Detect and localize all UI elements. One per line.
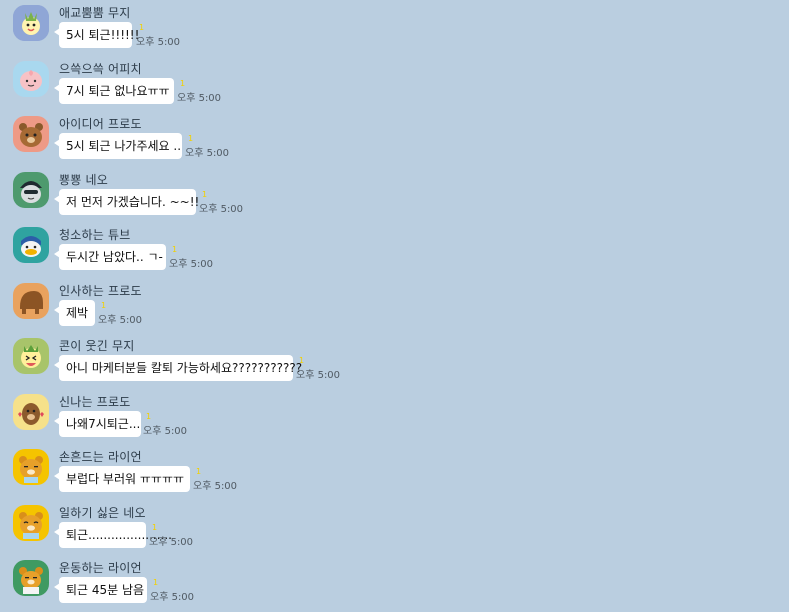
unread-count: 1: [146, 412, 152, 421]
message-bubble[interactable]: 두시간 남았다.. ㄱ-: [54, 244, 166, 270]
chat-message: 운동하는 라이언 퇴근 45분 남음 1 오후 5:00: [0, 556, 789, 612]
unread-count: 1: [188, 134, 194, 143]
chat-message: 콘이 웃긴 무지 아니 마케터분들 칼퇴 가능하세요??????????? 1 …: [0, 334, 789, 390]
muzi-cheerful-icon[interactable]: [13, 5, 49, 41]
chat-message: 뿅뿅 네오 저 먼저 가겠습니다. ~~!! 1 오후 5:00: [0, 168, 789, 224]
message-time: 오후 5:00: [199, 204, 244, 215]
unread-count: 1: [180, 79, 186, 88]
unread-count: 1: [172, 245, 178, 254]
unread-count: 1: [153, 578, 159, 587]
unread-count: 1: [101, 301, 107, 310]
sender-name: 뿅뿅 네오: [59, 173, 108, 187]
sender-name: 신나는 프로도: [59, 395, 131, 409]
message-bubble[interactable]: 5시 퇴근!!!!!!: [54, 22, 139, 48]
message-time: 오후 5:00: [150, 592, 195, 603]
frodo-bowing-icon[interactable]: [13, 283, 49, 319]
frodo-excited-icon[interactable]: [13, 394, 49, 430]
message-bubble[interactable]: 퇴근......................: [54, 522, 172, 548]
sender-name: 청소하는 튜브: [59, 228, 131, 242]
unread-count: 1: [196, 467, 202, 476]
message-time: 오후 5:00: [149, 537, 194, 548]
message-bubble[interactable]: 저 먼저 가겠습니다. ~~!!: [54, 189, 199, 215]
message-bubble[interactable]: 아니 마케터분들 칼퇴 가능하세요???????????: [54, 355, 302, 381]
chat-message: 손흔드는 라이언 부럽다 부러워 ㅠㅠㅠㅠ 1 오후 5:00: [0, 445, 789, 501]
message-bubble[interactable]: 퇴근 45분 남음: [54, 577, 147, 603]
sender-name: 손흔드는 라이언: [59, 450, 142, 464]
chat-message: 아이디어 프로도 5시 퇴근 나가주세요 .. 1 오후 5:00: [0, 112, 789, 168]
sender-name: 으쓱으쓱 어피치: [59, 62, 142, 76]
chat-message-list[interactable]: 애교뿜뿜 무지 5시 퇴근!!!!!! 1 오후 5:00 으쓱으쓱 어피치 7…: [0, 0, 789, 606]
neo-bling-icon[interactable]: [13, 172, 49, 208]
sender-name: 인사하는 프로도: [59, 284, 142, 298]
ryan-waving-icon[interactable]: [13, 449, 49, 485]
ryan-exercise-icon[interactable]: [13, 560, 49, 596]
unread-count: 1: [152, 523, 158, 532]
message-time: 오후 5:00: [193, 481, 238, 492]
message-time: 오후 5:00: [98, 315, 143, 326]
unread-count: 1: [202, 190, 208, 199]
chat-message: 으쓱으쓱 어피치 7시 퇴근 없나요ㅠㅠ 1 오후 5:00: [0, 57, 789, 113]
chat-message: 일하기 싫은 네오 퇴근...................... 1 오후 …: [0, 501, 789, 557]
apeach-shrug-icon[interactable]: [13, 61, 49, 97]
unread-count: 1: [299, 356, 305, 365]
message-bubble[interactable]: 부럽다 부러워 ㅠㅠㅠㅠ: [54, 466, 190, 492]
frodo-idea-icon[interactable]: [13, 116, 49, 152]
chat-message: 신나는 프로도 나왜7시퇴근... 1 오후 5:00: [0, 390, 789, 446]
chat-message: 인사하는 프로도 제박 1 오후 5:00: [0, 279, 789, 335]
unread-count: 1: [139, 23, 145, 32]
message-bubble[interactable]: 제박: [54, 300, 95, 326]
tube-cleaning-icon[interactable]: [13, 227, 49, 263]
message-time: 오후 5:00: [143, 426, 188, 437]
message-bubble[interactable]: 나왜7시퇴근...: [54, 411, 141, 437]
muzi-laughing-icon[interactable]: [13, 338, 49, 374]
sender-name: 일하기 싫은 네오: [59, 506, 146, 520]
sender-name: 아이디어 프로도: [59, 117, 142, 131]
sender-name: 콘이 웃긴 무지: [59, 339, 135, 353]
chat-message: 애교뿜뿜 무지 5시 퇴근!!!!!! 1 오후 5:00: [0, 1, 789, 57]
message-time: 오후 5:00: [185, 148, 230, 159]
sender-name: 애교뿜뿜 무지: [59, 6, 131, 20]
chat-message: 청소하는 튜브 두시간 남았다.. ㄱ- 1 오후 5:00: [0, 223, 789, 279]
message-time: 오후 5:00: [296, 370, 341, 381]
message-time: 오후 5:00: [177, 93, 222, 104]
message-time: 오후 5:00: [136, 37, 181, 48]
sender-name: 운동하는 라이언: [59, 561, 142, 575]
message-bubble[interactable]: 7시 퇴근 없나요ㅠㅠ: [54, 78, 174, 104]
message-bubble[interactable]: 5시 퇴근 나가주세요 ..: [54, 133, 182, 159]
ryan-tired-icon[interactable]: [13, 505, 49, 541]
message-time: 오후 5:00: [169, 259, 214, 270]
